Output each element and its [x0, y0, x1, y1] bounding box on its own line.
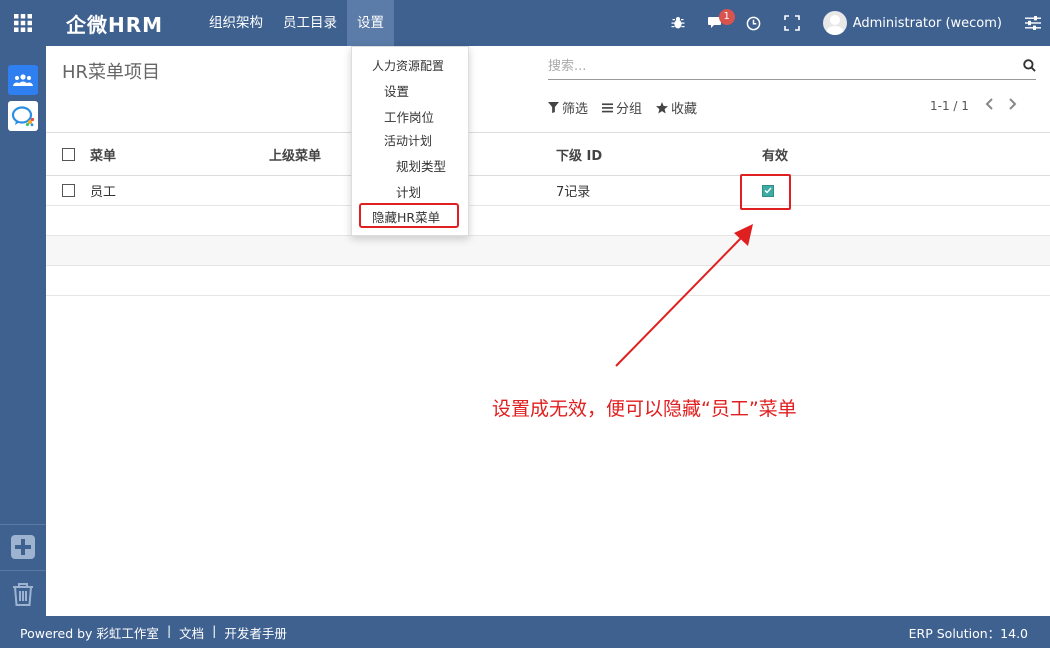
- empty-row: [46, 236, 1050, 266]
- footer-powered-by[interactable]: Powered by 彩虹工作室: [20, 623, 159, 642]
- filter-funnel-icon: [548, 102, 559, 113]
- pager-value[interactable]: 1-1 / 1: [930, 99, 969, 113]
- dropdown-item-plans[interactable]: 计划: [396, 182, 421, 201]
- favorites-button[interactable]: 收藏: [656, 98, 697, 117]
- search-input[interactable]: [548, 54, 1018, 78]
- row-select-checkbox[interactable]: [62, 184, 75, 197]
- breadcrumb[interactable]: HR菜单项目: [62, 58, 160, 84]
- search-icon[interactable]: [1023, 59, 1036, 76]
- sidebar-divider: [0, 570, 46, 571]
- table-row[interactable]: 员工 7记录: [46, 176, 1050, 206]
- column-header-active[interactable]: 有效: [762, 133, 788, 175]
- filter-label: 筛选: [562, 102, 589, 117]
- apps-menu-icon[interactable]: [0, 0, 46, 46]
- plus-icon: [11, 535, 35, 563]
- settings-dropdown: 人力资源配置 设置 工作岗位 活动计划 规划类型 计划 隐藏HR菜单: [351, 46, 469, 236]
- dropdown-section-hr-config: 人力资源配置: [372, 59, 445, 73]
- chevron-left-icon[interactable]: [985, 98, 993, 113]
- footer-separator: |: [212, 622, 217, 638]
- avatar: [822, 11, 847, 35]
- cell-menu: 员工: [90, 185, 117, 200]
- empty-row: [46, 266, 1050, 296]
- footer: Powered by 彩虹工作室 | 文档 | 开发者手册 ERP Soluti…: [0, 616, 1050, 648]
- dropdown-item-job-positions[interactable]: 工作岗位: [384, 107, 434, 126]
- pager: 1-1 / 1: [930, 98, 1017, 113]
- dropdown-item-settings[interactable]: 设置: [384, 81, 409, 100]
- main-content: HR菜单项目 筛选 分组 收藏 1-1 / 1: [46, 46, 1050, 616]
- users-group-icon: [8, 65, 38, 95]
- menu-employee-directory[interactable]: 员工目录: [273, 0, 347, 46]
- group-by-label: 分组: [616, 102, 643, 117]
- fullscreen-icon[interactable]: [773, 0, 811, 46]
- footer-dev-manual-link[interactable]: 开发者手册: [224, 623, 287, 642]
- favorites-label: 收藏: [671, 102, 698, 117]
- trash-icon: [12, 582, 34, 610]
- dropdown-item-hide-hr-menu[interactable]: 隐藏HR菜单: [372, 207, 440, 226]
- filter-button[interactable]: 筛选: [548, 98, 588, 117]
- menu-org-structure[interactable]: 组织架构: [199, 0, 273, 46]
- dropdown-item-plan-types[interactable]: 规划类型: [396, 156, 446, 175]
- sidebar-divider: [0, 524, 46, 525]
- star-icon: [656, 101, 669, 113]
- chevron-right-icon[interactable]: [1009, 98, 1017, 113]
- group-by-button[interactable]: 分组: [602, 98, 642, 117]
- notification-badge: 1: [718, 9, 735, 25]
- list-table: 菜单 上级菜单 下级 ID 有效 员工 7记录: [46, 132, 1050, 296]
- column-header-parent[interactable]: 上级菜单: [269, 133, 321, 175]
- cell-child-ids: 7记录: [556, 185, 591, 200]
- dropdown-section-activity-plan: 活动计划: [384, 134, 433, 148]
- active-highlight-box: [740, 174, 791, 210]
- search-options: 筛选 分组 收藏: [548, 98, 711, 117]
- settings-sliders-icon[interactable]: [1016, 0, 1050, 46]
- column-header-menu[interactable]: 菜单: [90, 133, 116, 175]
- list-lines-icon: [602, 102, 614, 112]
- sidebar-wecom-app[interactable]: [0, 94, 46, 138]
- sidebar-trash-button[interactable]: [0, 574, 46, 618]
- menu-settings[interactable]: 设置: [347, 0, 395, 46]
- footer-version: ERP Solution：14.0: [908, 625, 1028, 641]
- annotation-text: 设置成无效，便可以隐藏“员工”菜单: [492, 398, 797, 420]
- top-navbar: 企微HRM 组织架构 员工目录 设置 1 Administrator (weco…: [0, 0, 1050, 46]
- footer-separator: |: [166, 622, 172, 638]
- wecom-chat-icon: [8, 101, 38, 131]
- footer-docs-link[interactable]: 文档: [179, 623, 204, 642]
- search-box: [548, 54, 1036, 80]
- app-brand[interactable]: 企微HRM: [66, 9, 163, 38]
- table-header-row: 菜单 上级菜单 下级 ID 有效: [46, 132, 1050, 176]
- empty-row: [46, 206, 1050, 236]
- activity-clock-icon[interactable]: [735, 0, 773, 46]
- sidebar-add-button[interactable]: [0, 527, 46, 571]
- column-header-child-ids[interactable]: 下级 ID: [556, 133, 602, 175]
- left-sidebar: [0, 46, 46, 616]
- user-name: Administrator (wecom): [852, 15, 1002, 31]
- messages-icon[interactable]: 1: [697, 0, 735, 46]
- debug-bug-icon[interactable]: [659, 0, 697, 46]
- select-all-checkbox[interactable]: [62, 147, 75, 161]
- user-menu[interactable]: Administrator (wecom): [822, 11, 1002, 35]
